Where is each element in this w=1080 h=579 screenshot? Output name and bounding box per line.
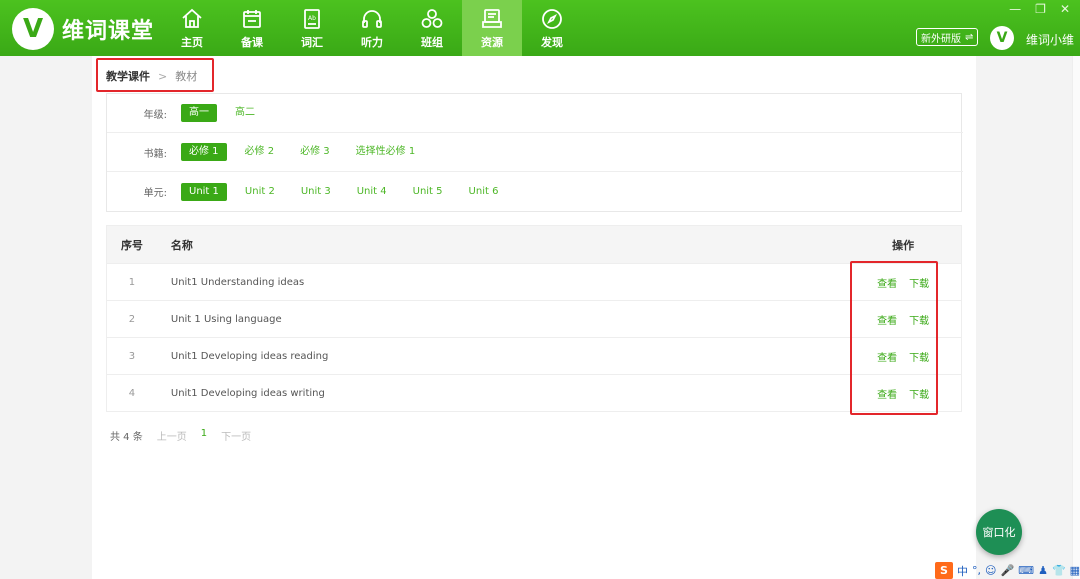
header-no: 序号 (120, 238, 143, 252)
next-page-button[interactable]: 下一页 (221, 428, 251, 443)
window-controls: — ❐ ✕ (1009, 2, 1070, 16)
book-icon: Ab (304, 8, 320, 29)
windowed-mode-button[interactable]: 窗口化 (976, 509, 1022, 555)
group-icon (421, 8, 443, 28)
close-icon[interactable]: ✕ (1060, 2, 1070, 16)
row-name: Unit1 Developing ideas writing (170, 387, 325, 399)
total-count: 共 4 条 (110, 432, 143, 443)
app-logo: V 维词课堂 (12, 8, 154, 50)
logo-icon: V (12, 8, 54, 50)
grade-option[interactable]: 高二 (227, 104, 263, 122)
unit-option[interactable]: Unit 2 (237, 183, 283, 201)
nav-prepare[interactable]: 备课 (222, 0, 282, 56)
emoji-icon[interactable]: ☺ (985, 564, 996, 577)
table-header: 序号 名称 操作 (107, 226, 961, 263)
minimize-icon[interactable]: — (1009, 2, 1021, 16)
book-option[interactable]: 必修 3 (292, 143, 338, 161)
nav-discover[interactable]: 发现 (522, 0, 582, 56)
ime-toolbar: S 中 °, ☺ 🎤 ⌨ ♟ 👕 ▦ (935, 562, 1080, 579)
filter-label: 单元: (143, 188, 167, 199)
nav-resources[interactable]: 资源 (462, 0, 522, 56)
table-row: 2 Unit 1 Using language 查看 下载 (107, 300, 961, 337)
edition-label: 新外研版 (921, 33, 961, 45)
punctuation-icon[interactable]: °, (972, 564, 981, 577)
filter-unit: 单元: Unit 1 Unit 2 Unit 3 Unit 4 Unit 5 U… (107, 172, 963, 211)
scrollbar[interactable] (1072, 56, 1080, 579)
book-option[interactable]: 必修 2 (237, 143, 283, 161)
filter-grade: 年级: 高一 高二 (107, 94, 963, 133)
row-no: 4 (128, 387, 136, 399)
row-name: Unit1 Understanding ideas (170, 276, 305, 288)
row-no: 2 (128, 313, 136, 325)
headphones-icon (362, 9, 382, 28)
keyboard-icon[interactable]: ⌨ (1018, 564, 1034, 577)
page-number[interactable]: 1 (201, 428, 207, 443)
header-op: 操作 (892, 238, 915, 252)
compass-icon (542, 8, 562, 29)
row-name: Unit 1 Using language (170, 313, 282, 325)
main-nav: 主页 备课 Ab 词汇 听力 班组 资源 发现 (162, 0, 582, 56)
swap-icon: ⇌ (965, 31, 974, 43)
user-icon[interactable]: ♟ (1038, 564, 1048, 577)
pagination: 共 4 条 上一页 1 下一页 (110, 428, 251, 443)
book-option[interactable]: 必修 1 (181, 143, 227, 161)
table-row: 1 Unit1 Understanding ideas 查看 下载 (107, 263, 961, 300)
nav-listening[interactable]: 听力 (342, 0, 402, 56)
highlight-box-actions (850, 261, 938, 415)
highlight-box-breadcrumb (96, 58, 214, 92)
mic-icon[interactable]: 🎤 (1000, 564, 1014, 577)
unit-option[interactable]: Unit 3 (293, 183, 339, 201)
unit-option[interactable]: Unit 1 (181, 182, 227, 201)
filter-panel: 年级: 高一 高二 书籍: 必修 1 必修 2 必修 3 选择性必修 1 单元:… (106, 93, 963, 212)
edition-switch[interactable]: 新外研版 ⇌ (916, 28, 979, 46)
nav-home[interactable]: 主页 (162, 0, 222, 56)
nav-class[interactable]: 班组 (402, 0, 462, 56)
resource-icon (482, 8, 502, 28)
calendar-icon (243, 9, 261, 28)
resource-table: 序号 名称 操作 1 Unit1 Understanding ideas 查看下… (106, 225, 962, 412)
main-content: 教学课件 > 教材 年级: 高一 高二 书籍: 必修 1 必修 2 必修 3 选… (92, 56, 976, 579)
table-row: 3 Unit1 Developing ideas reading 查看 下载 (107, 337, 961, 374)
filter-label: 书籍: (143, 148, 167, 160)
app-name: 维词课堂 (62, 19, 155, 44)
unit-option[interactable]: Unit 4 (349, 183, 395, 201)
row-no: 3 (128, 350, 136, 362)
filter-label: 年级: (143, 109, 167, 121)
grade-option[interactable]: 高一 (181, 104, 217, 122)
header-name: 名称 (170, 238, 193, 252)
nav-vocab[interactable]: Ab 词汇 (282, 0, 342, 56)
svg-text:Ab: Ab (308, 15, 316, 22)
avatar[interactable]: V (990, 26, 1014, 50)
home-icon (182, 8, 202, 28)
sogou-icon[interactable]: S (935, 562, 953, 579)
unit-option[interactable]: Unit 6 (461, 183, 507, 201)
grid-icon[interactable]: ▦ (1070, 564, 1080, 577)
filter-book: 书籍: 必修 1 必修 2 必修 3 选择性必修 1 (107, 133, 963, 172)
row-no: 1 (128, 276, 136, 288)
table-row: 4 Unit1 Developing ideas writing 查看 下载 (107, 374, 961, 411)
username[interactable]: 维词小维 (1026, 31, 1074, 48)
prev-page-button[interactable]: 上一页 (157, 428, 187, 443)
restore-icon[interactable]: ❐ (1035, 2, 1046, 16)
book-option[interactable]: 选择性必修 1 (348, 143, 424, 161)
row-name: Unit1 Developing ideas reading (170, 350, 329, 362)
top-bar: V 维词课堂 主页 备课 Ab 词汇 听力 班组 资源 发现 — ❐ ✕ 新外研… (0, 0, 1080, 56)
unit-option[interactable]: Unit 5 (405, 183, 451, 201)
ime-mode[interactable]: 中 (957, 563, 968, 579)
shirt-icon[interactable]: 👕 (1052, 564, 1066, 577)
